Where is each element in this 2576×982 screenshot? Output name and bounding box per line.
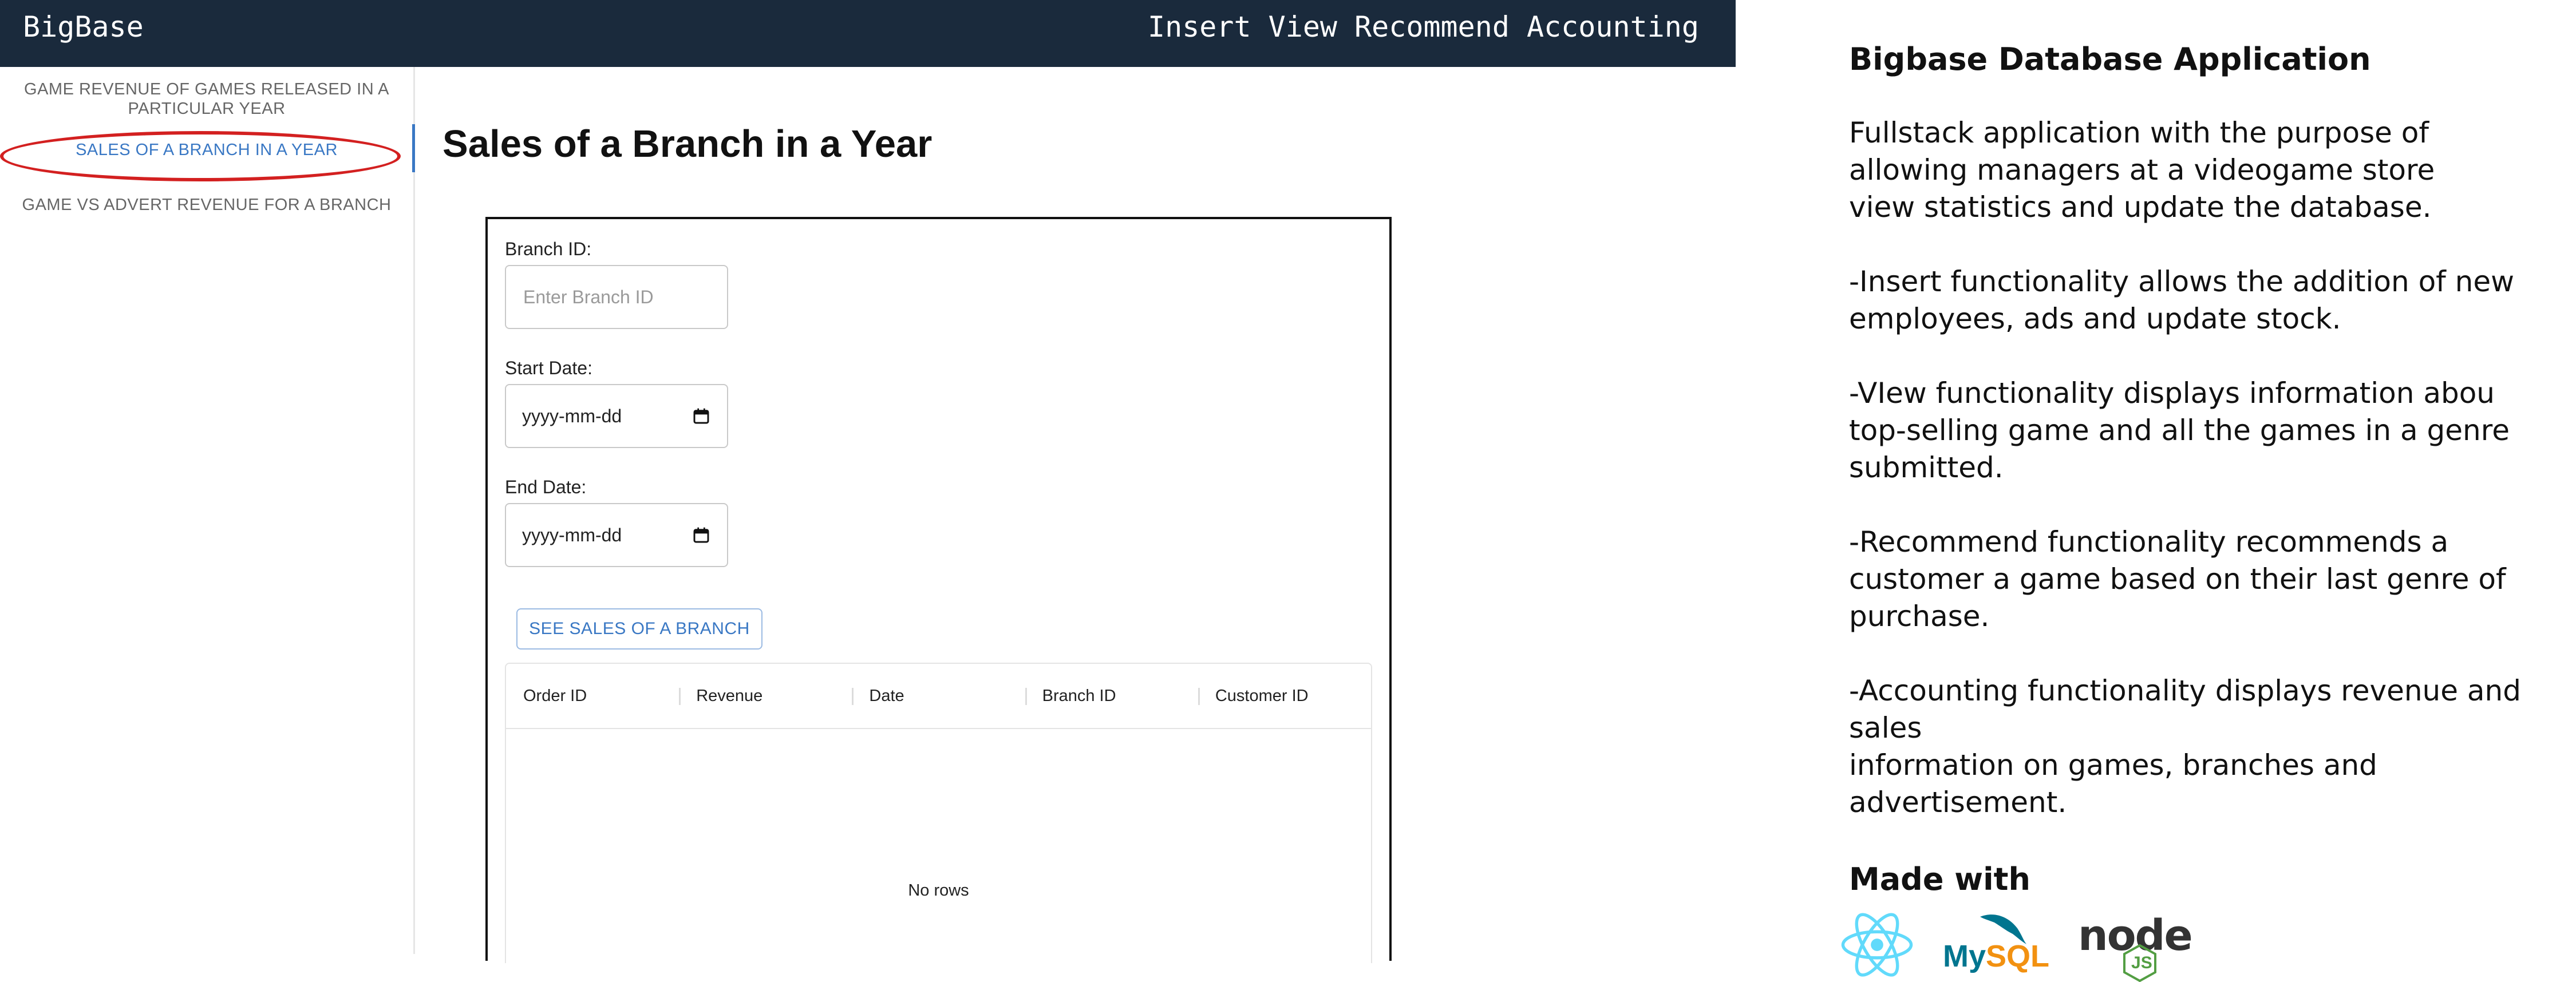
app-brand[interactable]: BigBase <box>23 10 144 43</box>
sales-data-grid: Order ID Revenue Date Branch ID Customer… <box>505 663 1372 963</box>
sales-form-panel: Branch ID: Start Date: yyyy-mm-dd End Da… <box>485 217 1392 963</box>
start-date-value: yyyy-mm-dd <box>522 405 622 426</box>
top-nav: Insert View Recommend Accounting <box>1148 10 1699 43</box>
made-with-heading: Made with <box>1849 861 2030 897</box>
see-sales-button[interactable]: SEE SALES OF A BRANCH <box>516 608 762 650</box>
annotation-highlight-ellipse <box>0 131 401 181</box>
mysql-icon: MySQL <box>1943 914 2049 974</box>
column-header-order-id[interactable]: Order ID <box>506 664 679 728</box>
start-date-field[interactable]: yyyy-mm-dd <box>505 384 728 448</box>
panel-title: Bigbase Database Application <box>1849 41 2371 77</box>
panel-recommend-description: -Recommend functionality recommends a cu… <box>1849 525 2506 633</box>
branch-id-label: Branch ID: <box>505 239 592 259</box>
app-bar: BigBase Insert View Recommend Accounting <box>0 0 1736 67</box>
page-title: Sales of a Branch in a Year <box>442 122 933 165</box>
branch-id-input[interactable] <box>522 286 711 308</box>
calendar-icon[interactable] <box>692 526 711 544</box>
panel-intro: Fullstack application with the purpose o… <box>1849 116 2435 224</box>
sidebar: GAME REVENUE OF GAMES RELEASED IN A PART… <box>0 67 415 954</box>
tech-logos: MySQL node JS <box>1840 908 2570 982</box>
column-header-branch-id[interactable]: Branch ID <box>1025 664 1198 728</box>
panel-insert-description: -Insert functionality allows the additio… <box>1849 265 2515 335</box>
description-panel: Bigbase Database Application Fullstack a… <box>1841 41 2570 982</box>
start-date-label: Start Date: <box>505 358 592 378</box>
panel-view-description: -VIew functionality displays information… <box>1849 377 2510 484</box>
main-content: Sales of a Branch in a Year Branch ID: S… <box>415 67 1736 963</box>
column-header-date[interactable]: Date <box>852 664 1025 728</box>
panel-accounting-description: -Accounting functionality displays reven… <box>1849 674 2521 819</box>
end-date-label: End Date: <box>505 477 587 497</box>
nodejs-icon: node JS <box>2078 908 2204 982</box>
sidebar-item-game-revenue-by-year[interactable]: GAME REVENUE OF GAMES RELEASED IN A PART… <box>0 67 413 118</box>
grid-empty-message: No rows <box>908 881 969 900</box>
nav-view[interactable]: View <box>1269 10 1337 43</box>
column-header-customer-id[interactable]: Customer ID <box>1198 664 1371 728</box>
react-icon <box>1841 913 1913 977</box>
end-date-field[interactable]: yyyy-mm-dd <box>505 503 728 567</box>
end-date-value: yyyy-mm-dd <box>522 524 622 545</box>
nav-accounting[interactable]: Accounting <box>1527 10 1699 43</box>
branch-id-field[interactable] <box>505 265 728 329</box>
column-header-revenue[interactable]: Revenue <box>679 664 852 728</box>
grid-header-row: Order ID Revenue Date Branch ID Customer… <box>506 664 1371 729</box>
calendar-icon[interactable] <box>692 407 711 425</box>
nav-insert[interactable]: Insert <box>1148 10 1251 43</box>
nav-recommend[interactable]: Recommend <box>1354 10 1510 43</box>
